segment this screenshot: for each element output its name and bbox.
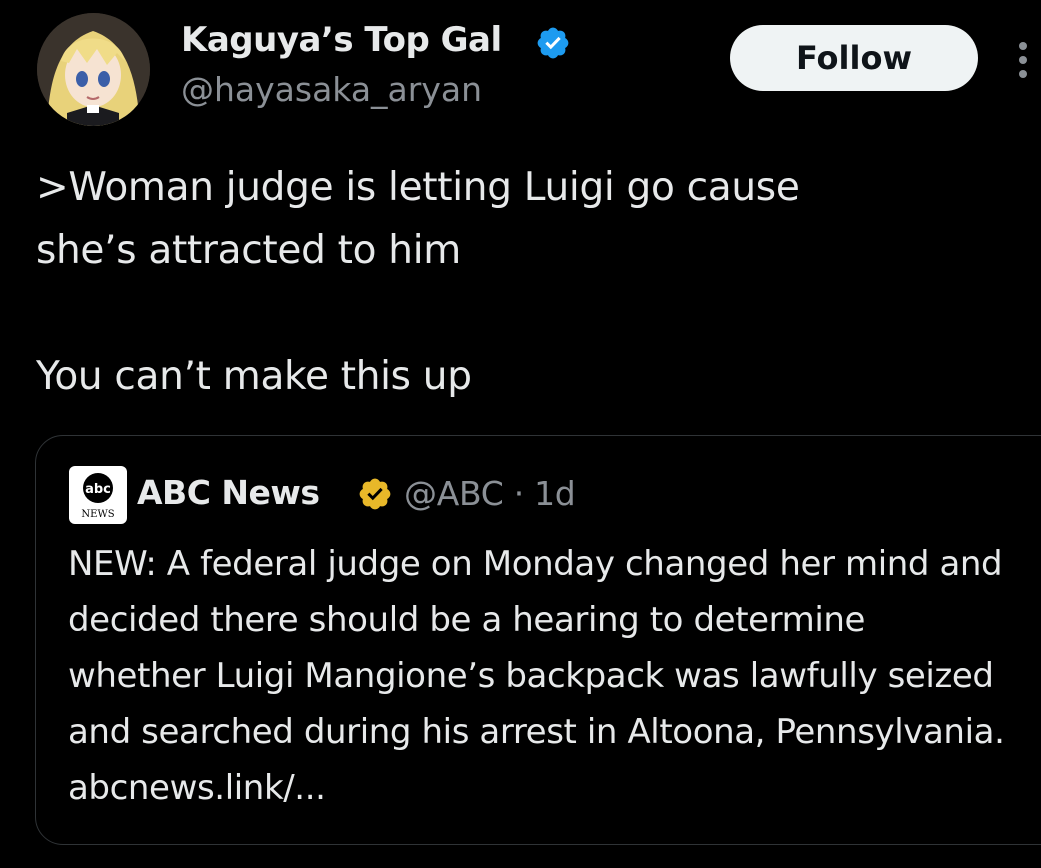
tweet-text: >Woman judge is letting Luigi go cause s…	[36, 165, 800, 399]
news-logo-text: NEWS	[81, 509, 114, 520]
quote-display-name[interactable]: ABC News	[137, 473, 320, 512]
more-options-icon[interactable]	[1012, 40, 1034, 80]
verified-blue-badge-icon	[537, 27, 569, 59]
quote-handle[interactable]: @ABC	[404, 474, 504, 513]
meta-separator: ·	[513, 474, 525, 513]
abc-logo-text: abc	[85, 482, 111, 497]
quote-meta: @ABC · 1d	[404, 474, 576, 513]
author-handle[interactable]: @hayasaka_aryan	[181, 70, 482, 109]
verified-gold-badge-icon	[359, 478, 391, 510]
quote-text: NEW: A federal judge on Monday changed h…	[68, 544, 1005, 808]
anime-avatar-icon	[37, 13, 150, 126]
follow-button[interactable]: Follow	[730, 25, 978, 91]
quote-time[interactable]: 1d	[534, 474, 576, 513]
author-avatar[interactable]	[37, 13, 150, 126]
author-display-name[interactable]: Kaguya’s Top Gal	[181, 20, 502, 60]
abc-news-logo-icon[interactable]: abc NEWS	[69, 466, 127, 524]
